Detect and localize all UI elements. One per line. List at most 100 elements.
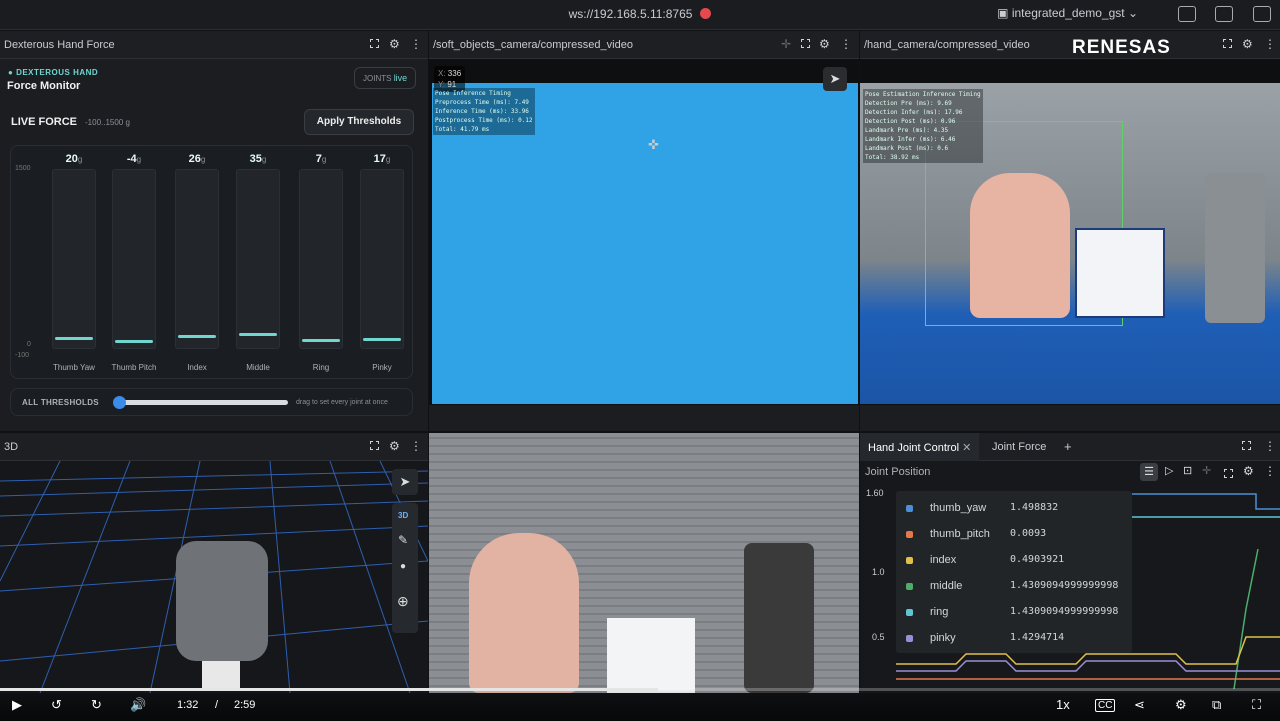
captions-icon[interactable]: CC — [1095, 699, 1116, 712]
publish-point-icon[interactable]: ● — [400, 561, 406, 572]
panel-title: /hand_camera/compressed_video — [864, 39, 1030, 51]
pointer-tool-icon[interactable]: ➤ — [392, 469, 418, 495]
force-bar — [360, 169, 404, 349]
apply-thresholds-button[interactable]: Apply Thresholds — [304, 109, 414, 135]
more-icon[interactable]: ⋮ — [410, 439, 422, 453]
bar-label: Thumb Yaw — [53, 363, 95, 372]
gear-icon[interactable]: ⚙ — [1242, 37, 1253, 51]
list-icon[interactable]: ☰ — [1140, 463, 1158, 481]
series-color-icon — [906, 635, 913, 642]
panel-header: /soft_objects_camera/compressed_video ✛ … — [429, 31, 859, 59]
live-force-label: LIVE FORCE — [11, 116, 78, 128]
series-color-icon — [906, 557, 913, 564]
forward-10-icon[interactable]: ↻ — [91, 697, 102, 713]
force-bar — [175, 169, 219, 349]
force-bar-fill — [363, 337, 401, 341]
robot-hand-model — [176, 541, 268, 661]
record-icon[interactable] — [700, 8, 712, 19]
board-box — [1075, 228, 1165, 318]
right-sidebar-icon[interactable] — [1253, 6, 1271, 22]
tab-hand-joint-control[interactable]: Hand Joint Control ✕ — [860, 433, 980, 461]
panel-header: Dexterous Hand Force ⚙ ⋮ — [0, 31, 428, 59]
robot-wrist — [202, 661, 240, 689]
crosshair-marker-icon: ✜ — [648, 137, 659, 152]
robot-hand — [744, 543, 814, 693]
speed-button[interactable]: 1x — [1056, 697, 1070, 712]
gear-icon[interactable]: ⚙ — [389, 439, 400, 453]
bar-value: 20g — [65, 153, 83, 165]
series-color-icon — [906, 609, 913, 616]
3d-grid[interactable] — [0, 461, 428, 693]
layout-icon: ▣ — [997, 6, 1012, 20]
crosshair-icon[interactable]: ✛ — [781, 37, 791, 51]
robot-camera-panel — [429, 433, 859, 693]
thresholds-hint: drag to set every joint at once — [296, 399, 388, 406]
fullscreen-icon[interactable] — [1223, 37, 1232, 51]
pointer-tool-icon[interactable]: ➤ — [823, 67, 847, 91]
fullscreen-icon[interactable] — [1242, 439, 1251, 453]
force-bar-fill — [302, 339, 340, 343]
fullscreen-icon[interactable] — [370, 439, 379, 453]
gear-icon[interactable]: ⚙ — [819, 37, 830, 51]
miniplayer-icon[interactable]: ⧉ — [1212, 697, 1221, 713]
y-tick: 1.60 — [866, 488, 884, 498]
legend-row: thumb_yaw 1.498832 — [896, 495, 1132, 521]
y-tick: 1.0 — [872, 567, 885, 577]
layout-selector[interactable]: ▣ integrated_demo_gst ⌄ — [997, 6, 1138, 20]
left-sidebar-icon[interactable] — [1215, 6, 1233, 22]
more-icon[interactable]: ⋮ — [1264, 464, 1276, 478]
more-icon[interactable]: ⋮ — [840, 37, 852, 51]
panel-title: 3D — [4, 441, 19, 453]
view-toolbar: 3D ✎ ● ⊕ — [392, 503, 418, 633]
share-icon[interactable]: ⋖ — [1134, 697, 1145, 713]
close-icon[interactable]: ✕ — [962, 442, 971, 454]
play-icon[interactable]: ▶ — [12, 697, 22, 713]
recenter-icon[interactable]: ⊕ — [397, 593, 409, 610]
monitor-title: Force Monitor — [7, 80, 81, 92]
tab-joint-force[interactable]: Joint Force — [984, 433, 1054, 461]
force-bar-fill — [55, 336, 93, 340]
bar-label: Thumb Pitch — [111, 363, 157, 372]
bar-value: -4g — [126, 153, 142, 165]
panel-header: 3D ⚙ ⋮ — [0, 433, 428, 461]
force-bar-fill — [115, 340, 153, 344]
total-time: 2:59 — [234, 699, 256, 711]
more-icon[interactable]: ⋮ — [1264, 37, 1276, 51]
play-icon[interactable]: ▷ — [1165, 464, 1173, 477]
force-range: -100..1500 g — [85, 118, 130, 127]
legend-row: index 0.4903921 — [896, 547, 1132, 573]
timing-overlay: Pose Inference Timing Preprocess Time (m… — [433, 88, 535, 135]
thresholds-row: ALL THRESHOLDS drag to set every joint a… — [10, 388, 413, 416]
slider-thumb[interactable] — [113, 396, 126, 409]
force-bar — [52, 169, 96, 349]
axis-top-label: 1500 — [15, 165, 31, 172]
settings-icon[interactable]: ⚙ — [1175, 697, 1187, 713]
crosshair-icon[interactable]: ✛ — [1202, 464, 1211, 477]
record-icon[interactable]: ⊡ — [1183, 464, 1192, 477]
gear-icon[interactable]: ⚙ — [1243, 464, 1254, 478]
threshold-slider[interactable] — [113, 396, 288, 409]
fullscreen-icon[interactable] — [370, 37, 379, 51]
rewind-10-icon[interactable]: ↺ — [51, 697, 62, 713]
bar-label: Middle — [246, 363, 270, 372]
fullscreen-icon[interactable]: ⛶ — [1252, 697, 1261, 713]
renesas-board-box — [607, 618, 695, 693]
more-icon[interactable]: ⋮ — [1264, 439, 1276, 453]
y-tick: 0.5 — [872, 632, 885, 642]
volume-icon[interactable]: 🔊 — [130, 697, 146, 713]
series-color-icon — [906, 505, 913, 512]
current-time: 1:32 — [177, 699, 199, 711]
bar-value: 7g — [315, 153, 327, 165]
more-icon[interactable]: ⋮ — [410, 37, 422, 51]
joints-chip[interactable]: JOINTS live — [354, 67, 417, 89]
ruler-icon[interactable]: ✎ — [398, 533, 408, 547]
fullscreen-icon[interactable] — [1224, 465, 1233, 483]
legend-row: middle 1.4309094999999998 — [896, 573, 1132, 599]
3d-mode-toggle[interactable]: 3D — [398, 511, 408, 520]
fullscreen-icon[interactable] — [801, 37, 810, 51]
legend-row: thumb_pitch 0.0093 — [896, 521, 1132, 547]
hand-camera-panel: /hand_camera/compressed_video ⚙ ⋮ RENESA… — [860, 31, 1280, 431]
add-tab-button[interactable]: + — [1056, 433, 1080, 461]
gear-icon[interactable]: ⚙ — [389, 37, 400, 51]
cast-icon[interactable] — [1178, 6, 1196, 22]
